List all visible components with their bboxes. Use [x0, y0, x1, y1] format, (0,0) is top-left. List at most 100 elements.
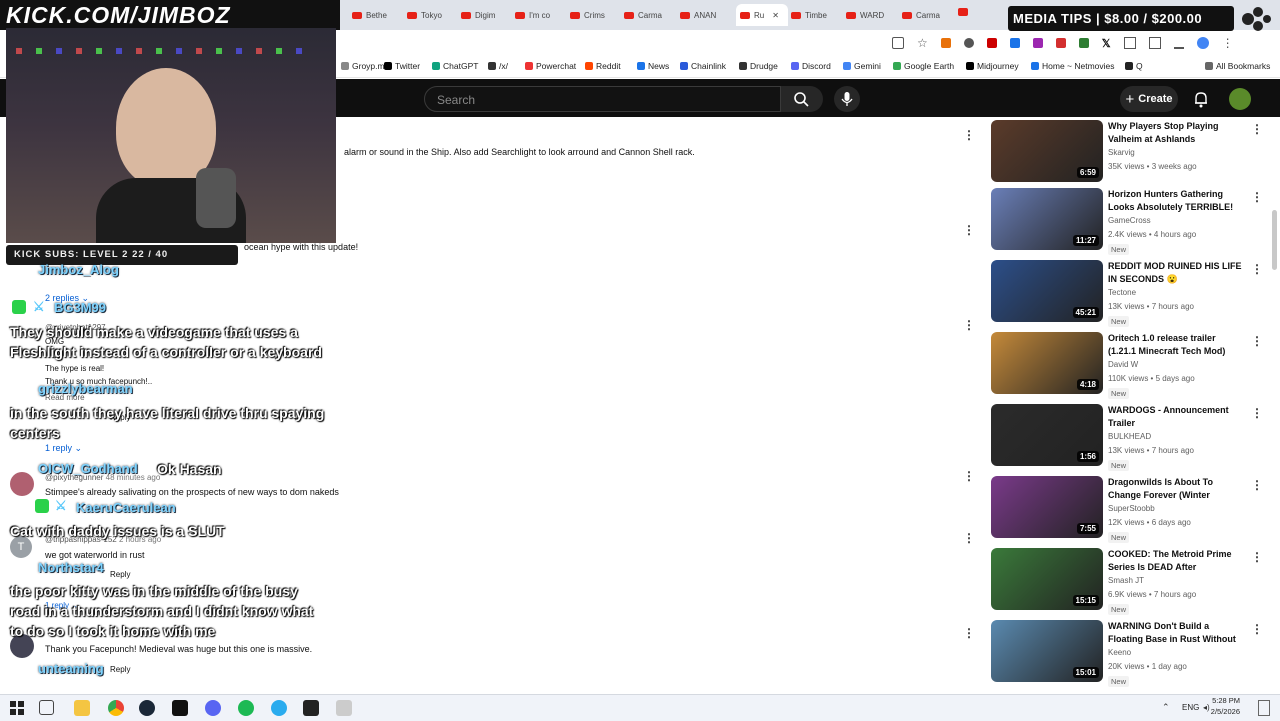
bookmark-item[interactable]: Google Earth	[893, 61, 954, 71]
bookmark-item[interactable]: Midjourney	[966, 61, 1019, 71]
extension-icon[interactable]	[940, 38, 951, 48]
video-channel[interactable]: Skarvig	[1108, 148, 1135, 157]
search-button[interactable]	[781, 86, 823, 112]
notification-icon[interactable]	[1258, 700, 1270, 716]
video-card[interactable]: 11:27 Horizon Hunters Gathering Looks Abs…	[991, 188, 1263, 255]
comment-menu-icon[interactable]: ⋮	[963, 128, 975, 142]
avatar[interactable]	[10, 472, 34, 496]
bookmark-item[interactable]: Reddit	[585, 61, 621, 71]
extension-icon[interactable]	[1055, 38, 1066, 48]
sidepanel-icon[interactable]	[1148, 37, 1161, 49]
browser-tab[interactable]: I'm co	[515, 5, 561, 25]
video-title[interactable]: Why Players Stop Playing Valheim at Ashl…	[1108, 120, 1246, 146]
video-channel[interactable]: David W	[1108, 360, 1138, 369]
video-title[interactable]: Dragonwilds Is About To Change Forever (…	[1108, 476, 1246, 502]
video-menu-icon[interactable]: ⋮	[1251, 190, 1263, 204]
clock-time[interactable]: 5:28 PM	[1206, 696, 1240, 705]
video-thumbnail[interactable]: 15:15	[991, 548, 1103, 610]
avatar[interactable]	[1229, 88, 1251, 110]
video-menu-icon[interactable]: ⋮	[1251, 262, 1263, 276]
video-thumbnail[interactable]: 6:59	[991, 120, 1103, 182]
start-icon[interactable]	[9, 700, 25, 716]
x-icon[interactable]: 𝕏	[1102, 37, 1111, 50]
chrome-icon[interactable]	[108, 700, 124, 716]
bookmark-item[interactable]: Powerchat	[525, 61, 576, 71]
language-indicator[interactable]: ENG	[1182, 703, 1199, 712]
telegram-icon[interactable]	[271, 700, 287, 716]
browser-tab[interactable]: Ru ✕	[736, 4, 788, 26]
spotify-icon[interactable]	[238, 700, 254, 716]
extension-icon[interactable]	[1078, 38, 1089, 48]
video-channel[interactable]: BULKHEAD	[1108, 432, 1151, 441]
video-card[interactable]: 1:56 WARDOGS - Announcement Trailer BULKHE…	[991, 404, 1263, 471]
bookmark-item[interactable]: Groyp.me	[341, 61, 389, 71]
app-icon[interactable]	[336, 700, 352, 716]
browser-tab[interactable]: Tokyo	[407, 5, 453, 25]
voice-search-button[interactable]	[834, 86, 860, 112]
video-menu-icon[interactable]: ⋮	[1251, 334, 1263, 348]
video-title[interactable]: COOKED: The Metroid Prime Series Is DEAD…	[1108, 548, 1246, 574]
discord-icon[interactable]	[205, 700, 221, 716]
video-channel[interactable]: SuperStoobb	[1108, 504, 1155, 513]
video-thumbnail[interactable]: 11:27	[991, 188, 1103, 250]
create-button[interactable]: + Create	[1120, 86, 1178, 112]
video-menu-icon[interactable]: ⋮	[1251, 622, 1263, 636]
browser-tab[interactable]: Carma	[624, 5, 670, 25]
browser-tab[interactable]: Carma	[902, 5, 948, 25]
video-card[interactable]: 45:21 REDDIT MOD RUINED HIS LIFE IN SECON…	[991, 260, 1263, 327]
replies-toggle[interactable]: 1 reply ⌄	[45, 443, 82, 454]
install-icon[interactable]	[892, 37, 904, 49]
search-input[interactable]: Search	[424, 86, 781, 112]
video-channel[interactable]: Smash JT	[1108, 576, 1144, 585]
clock-date[interactable]: 2/5/2026	[1206, 707, 1240, 716]
tray-chevron-icon[interactable]: ⌃	[1162, 702, 1170, 713]
scrollbar[interactable]	[1272, 210, 1277, 270]
video-title[interactable]: WARNING Don't Build a Floating Base in R…	[1108, 620, 1246, 646]
extension-icon[interactable]	[963, 38, 974, 48]
video-thumbnail[interactable]: 45:21	[991, 260, 1103, 322]
steam-icon[interactable]	[139, 700, 155, 716]
video-card[interactable]: 6:59 Why Players Stop Playing Valheim at …	[991, 120, 1263, 186]
puzzle-icon[interactable]	[1123, 37, 1136, 49]
file-explorer-icon[interactable]	[74, 700, 90, 716]
video-title[interactable]: WARDOGS - Announcement Trailer	[1108, 404, 1246, 430]
video-card[interactable]: 4:18 Oritech 1.0 release trailer (1.21.1 …	[991, 332, 1263, 399]
video-menu-icon[interactable]: ⋮	[1251, 406, 1263, 420]
browser-tab[interactable]: Timbe	[791, 5, 837, 25]
task-view-icon[interactable]	[39, 700, 54, 715]
app-icon[interactable]	[303, 700, 319, 716]
bookmark-item[interactable]: Twitter	[384, 61, 420, 71]
bookmark-item[interactable]: /x/	[488, 61, 508, 71]
comment-menu-icon[interactable]: ⋮	[963, 469, 975, 483]
menu-icon[interactable]: ⋮	[1222, 36, 1234, 50]
extension-icon[interactable]	[1009, 38, 1020, 48]
video-card[interactable]: 7:55 Dragonwilds Is About To Change Forev…	[991, 476, 1263, 543]
browser-tab[interactable]: Digim	[461, 5, 507, 25]
comment-menu-icon[interactable]: ⋮	[963, 318, 975, 332]
browser-tab[interactable]: ANAN	[680, 5, 726, 25]
browser-tab[interactable]: Bethe	[352, 5, 398, 25]
app-icon[interactable]	[172, 700, 188, 716]
bookmark-item[interactable]: Chainlink	[680, 61, 726, 71]
bookmark-item[interactable]: Home ~ Netmovies	[1031, 61, 1115, 71]
video-thumbnail[interactable]: 4:18	[991, 332, 1103, 394]
bookmark-item[interactable]: Discord	[791, 61, 831, 71]
reply-button[interactable]: Reply	[110, 570, 130, 579]
video-channel[interactable]: Tectone	[1108, 288, 1136, 297]
bookmark-item[interactable]: Drudge	[739, 61, 778, 71]
video-thumbnail[interactable]: 1:56	[991, 404, 1103, 466]
video-card[interactable]: 15:15 COOKED: The Metroid Prime Series Is…	[991, 548, 1263, 615]
extension-icon[interactable]	[986, 38, 997, 48]
video-menu-icon[interactable]: ⋮	[1251, 122, 1263, 136]
video-title[interactable]: REDDIT MOD RUINED HIS LIFE IN SECONDS 😮	[1108, 260, 1246, 286]
video-menu-icon[interactable]: ⋮	[1251, 478, 1263, 492]
extension-icon[interactable]	[1032, 38, 1043, 48]
notifications-button[interactable]	[1193, 90, 1209, 108]
comment-menu-icon[interactable]: ⋮	[963, 531, 975, 545]
bookmark-item[interactable]: Q	[1125, 61, 1143, 71]
browser-tab[interactable]: WARD	[846, 5, 892, 25]
close-tab-icon[interactable]: ✕	[772, 11, 779, 20]
profile-avatar[interactable]	[1196, 37, 1209, 49]
video-title[interactable]: Horizon Hunters Gathering Looks Absolute…	[1108, 188, 1246, 214]
video-menu-icon[interactable]: ⋮	[1251, 550, 1263, 564]
